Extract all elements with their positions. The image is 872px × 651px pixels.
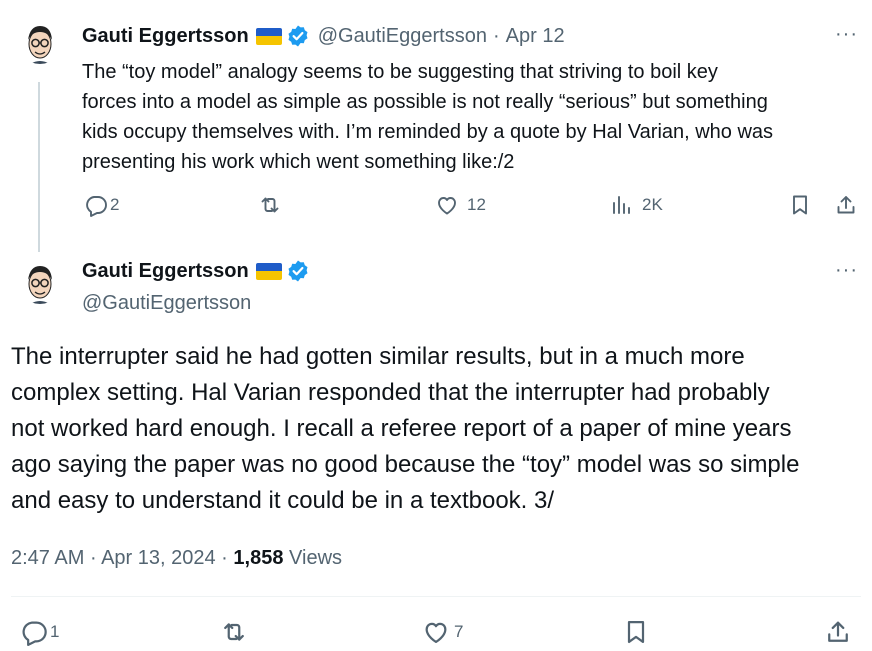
author-name[interactable]: Gauti Eggertsson [82,259,249,283]
views-button[interactable]: 2K [610,193,663,217]
like-icon [438,197,456,215]
avatar-illustration [18,260,62,304]
views-label: Views [289,547,343,569]
author-name[interactable]: Gauti Eggertsson [82,24,249,48]
share-button[interactable] [834,193,858,217]
reply-button[interactable]: 2 [84,193,119,217]
tweet-meta: 2:47 AM · Apr 13, 2024 · 1,858 Views [11,545,342,571]
avatar[interactable] [18,20,62,64]
like-button[interactable]: 7 [422,618,463,646]
more-icon[interactable]: ··· [835,24,858,44]
ukraine-flag-icon [255,27,282,45]
bookmark-icon [627,620,645,644]
bookmark-button[interactable] [622,618,650,646]
retweet-icon [224,623,244,641]
tweet-text: The interrupter said he had gotten simil… [11,343,800,514]
retweet-button[interactable] [220,618,248,646]
thread-connector [38,82,40,252]
tweet-time[interactable]: 2:47 AM [11,547,84,569]
divider [11,596,861,597]
separator-dot: · [89,547,97,569]
avatar-illustration [18,20,62,64]
reply-icon [22,621,47,646]
author-handle[interactable]: @GautiEggertsson [318,24,487,48]
author-handle[interactable]: @GautiEggertsson [82,290,251,316]
tweet-date[interactable]: Apr 13, 2024 [101,547,216,569]
like-icon [425,622,447,644]
verified-badge-icon[interactable] [286,24,310,48]
ukraine-flag-icon [255,262,282,280]
bookmark-button[interactable] [788,193,812,217]
separator-dot: · [492,25,500,47]
like-count: 12 [467,195,486,214]
tweet-text: The “toy model” analogy seems to be sugg… [82,61,774,173]
share-icon [837,196,855,214]
bookmark-icon [793,195,807,215]
share-icon [828,621,848,642]
tweet-date[interactable]: Apr 12 [506,24,565,48]
retweet-button[interactable] [258,193,282,217]
more-icon[interactable]: ··· [835,260,858,280]
like-count: 7 [454,622,464,641]
tweet-1-header: Gauti Eggertsson @GautiEggertsson · Apr … [82,24,565,48]
separator-dot: · [221,547,228,569]
views-icon [613,196,630,214]
reply-count: 1 [50,622,60,641]
reply-icon [86,196,107,217]
like-button[interactable]: 12 [435,193,486,217]
tweet-2-header: Gauti Eggertsson [82,259,310,283]
reply-count: 2 [110,195,120,214]
reply-button[interactable]: 1 [20,618,59,646]
avatar[interactable] [18,260,62,304]
share-button[interactable] [824,618,852,646]
verified-badge-icon[interactable] [286,259,310,283]
retweet-icon [261,197,279,213]
views-count: 2K [642,195,663,214]
view-count: 1,858 [233,547,284,569]
